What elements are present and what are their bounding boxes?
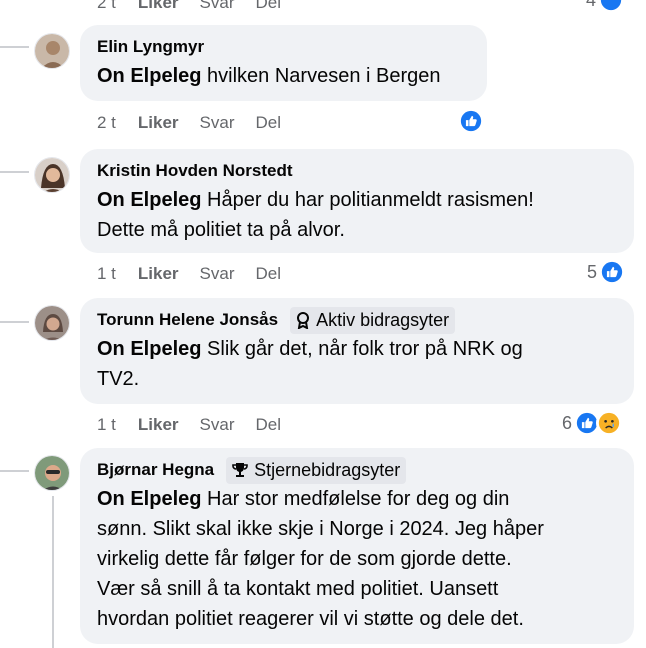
avatar[interactable] (34, 157, 70, 193)
comment-line: Vær så snill å ta kontakt med politiet. … (97, 578, 499, 600)
comment-line: sønn. Slikt skal ikke skje i Norge i 202… (97, 518, 544, 540)
mention-tag[interactable]: On Elpeleg (97, 65, 201, 87)
share-button[interactable]: Del (256, 415, 282, 435)
comment-bubble: Kristin Hovden Norstedt On Elpeleg Håper… (80, 149, 634, 253)
comment-bubble: Torunn Helene Jonsås Aktiv bidragsyter O… (80, 298, 634, 404)
like-reaction-icon (458, 108, 484, 134)
comment-line: Slik går det, når folk tror på NRK og (207, 338, 523, 360)
reaction-count: 5 (587, 261, 598, 282)
avatar[interactable] (34, 33, 70, 69)
comment-author[interactable]: Kristin Hovden Norstedt (97, 161, 293, 181)
thread-connector (0, 470, 29, 472)
comment-text: On Elpeleg Har stor medfølelse for deg o… (97, 484, 622, 634)
comment-line: Håper du har politianmeldt rasismen! (207, 189, 534, 211)
like-reaction-icon (598, 0, 625, 13)
reaction-summary[interactable] (458, 107, 484, 135)
badge-label: Stjernebidragsyter (254, 459, 401, 480)
comment-actions: 1 t Liker Svar Del (97, 263, 302, 285)
avatar[interactable] (34, 455, 70, 491)
comment-bubble: Bjørnar Hegna Stjernebidragsyter On Elpe… (80, 448, 634, 644)
badge-label: Aktiv bidragsyter (316, 309, 450, 330)
comment-line: Har stor medfølelse for deg og din (207, 488, 510, 510)
avatar[interactable] (34, 305, 70, 341)
mention-tag[interactable]: On Elpeleg (97, 488, 201, 510)
like-button[interactable]: Liker (138, 113, 179, 133)
thread-connector (0, 171, 29, 173)
comment-text: On Elpeleg Slik går det, når folk tror p… (97, 334, 622, 394)
reply-button[interactable]: Svar (200, 0, 235, 13)
comment-actions: 2 t Liker Svar Del (97, 0, 302, 14)
comment-actions: 2 t Liker Svar Del (97, 112, 302, 134)
like-reaction-icon (599, 259, 626, 285)
comment-line: virkelig dette får følger for de som gjo… (97, 548, 512, 570)
comment-time[interactable]: 1 t (97, 415, 116, 435)
reaction-summary[interactable]: 6 (562, 409, 623, 437)
comment-time[interactable]: 2 t (97, 0, 116, 13)
trophy-icon (232, 463, 248, 477)
comment-author[interactable]: Elin Lyngmyr (97, 37, 204, 57)
reaction-count: 4 (586, 0, 596, 11)
share-button[interactable]: Del (256, 113, 282, 133)
comment-line: hvordan politiet reagerer vil vi støtte … (97, 608, 524, 630)
share-button[interactable]: Del (256, 0, 282, 13)
sad-reaction-icon (596, 410, 623, 436)
reaction-count: 6 (562, 412, 573, 433)
comment-line: TV2. (97, 368, 140, 390)
comment-actions: 1 t Liker Svar Del (97, 414, 302, 436)
comment-time[interactable]: 2 t (97, 113, 116, 133)
badge-icon (297, 312, 310, 329)
share-button[interactable]: Del (256, 264, 282, 284)
mention-tag[interactable]: On Elpeleg (97, 189, 201, 211)
reaction-summary[interactable]: 5 (587, 258, 626, 286)
comment-author[interactable]: Bjørnar Hegna (97, 460, 214, 480)
like-button[interactable]: Liker (138, 264, 179, 284)
comment-text: On Elpeleg Håper du har politianmeldt ra… (97, 185, 622, 245)
thread-connector (0, 46, 29, 48)
thread-connector (52, 496, 54, 648)
comment-line: hvilken Narvesen i Bergen (207, 65, 441, 87)
like-button[interactable]: Liker (138, 415, 179, 435)
like-button[interactable]: Liker (138, 0, 179, 13)
comment-time[interactable]: 1 t (97, 264, 116, 284)
reply-button[interactable]: Svar (200, 264, 235, 284)
reply-button[interactable]: Svar (200, 113, 235, 133)
contributor-badge[interactable]: Stjernebidragsyter (226, 456, 407, 484)
comment-text: On Elpeleg hvilken Narvesen i Bergen (97, 61, 475, 91)
reply-button[interactable]: Svar (200, 415, 235, 435)
contributor-badge[interactable]: Aktiv bidragsyter (290, 306, 456, 334)
reaction-summary[interactable]: 4 (586, 0, 625, 14)
comment-bubble: Elin Lyngmyr On Elpeleg hvilken Narvesen… (80, 25, 487, 101)
comment-line: Dette må politiet ta på alvor. (97, 219, 345, 241)
mention-tag[interactable]: On Elpeleg (97, 338, 201, 360)
thread-connector (0, 321, 29, 323)
comment-author[interactable]: Torunn Helene Jonsås (97, 310, 278, 330)
